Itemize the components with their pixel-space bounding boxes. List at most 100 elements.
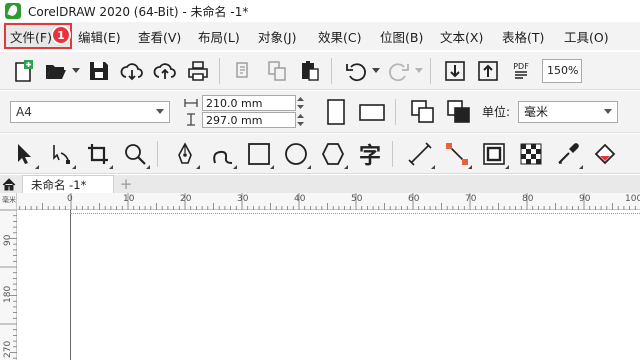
ruler-h-label: 60	[408, 194, 420, 204]
text-tool-glyph: 字	[358, 143, 381, 169]
flyout-corner	[35, 164, 39, 169]
publish-pdf-button[interactable]: PDF	[506, 56, 536, 86]
cloud-download-icon	[120, 62, 143, 80]
eyedropper-tool-button[interactable]	[552, 138, 584, 170]
page-size-value: A4	[16, 104, 32, 119]
pen-nib-icon	[178, 141, 192, 164]
height-spinner[interactable]	[295, 112, 305, 128]
document-tab[interactable]: 未命名 -1*	[22, 175, 114, 193]
artistic-media-tool-button[interactable]	[206, 138, 238, 170]
interactive-fill-tool-button[interactable]	[589, 138, 621, 170]
unit-select[interactable]: 毫米	[518, 100, 619, 123]
ellipse-tool-button[interactable]	[280, 138, 312, 170]
ruler-h-label: 90	[579, 194, 591, 204]
menu-layout[interactable]: 布局(L)	[192, 23, 252, 49]
save-button[interactable]	[84, 56, 114, 86]
page-width-input[interactable]: 210.0 mm	[202, 95, 296, 111]
ruler-origin-corner[interactable]: 毫米	[0, 193, 17, 210]
standard-toolbar: PDF 150%	[0, 52, 640, 90]
vertical-ruler[interactable]: 90 180 270	[0, 210, 17, 360]
paste-icon	[302, 60, 319, 81]
text-tool-button[interactable]: 字	[354, 138, 386, 170]
new-document-button[interactable]	[8, 56, 38, 86]
menu-tools[interactable]: 工具(O)	[558, 23, 628, 49]
ruler-h-label: 0	[67, 194, 73, 204]
current-page-button[interactable]	[444, 97, 474, 127]
zoom-level-input[interactable]: 150%	[542, 58, 582, 83]
ruler-h-label: 70	[465, 194, 477, 204]
redo-dropdown-button[interactable]	[414, 56, 424, 86]
unit-label: 单位:	[482, 105, 511, 119]
open-dropdown-button[interactable]	[71, 56, 81, 86]
toolbar-separator	[392, 140, 393, 167]
all-pages-icon	[411, 99, 434, 123]
cloud-upload-icon	[153, 62, 176, 79]
caret-down-icon	[72, 67, 80, 73]
crop-tool-button[interactable]	[82, 138, 114, 170]
unit-value: 毫米	[524, 105, 549, 119]
home-icon	[2, 177, 16, 190]
shape-tool-button[interactable]	[45, 138, 77, 170]
horizontal-ruler[interactable]: 0 10 20 30 40 50 60 70 80 90 100	[0, 193, 640, 210]
toolbar-separator	[430, 57, 431, 84]
cut-button[interactable]	[229, 56, 259, 86]
cloud-download-button[interactable]	[117, 56, 147, 86]
export-button[interactable]	[473, 56, 503, 86]
transparency-tool-button[interactable]	[515, 138, 547, 170]
polygon-tool-button[interactable]	[317, 138, 349, 170]
copy-button[interactable]	[262, 56, 292, 86]
landscape-button[interactable]	[357, 97, 387, 127]
all-pages-button[interactable]	[408, 97, 438, 127]
menu-text[interactable]: 文本(X)	[434, 23, 496, 49]
menu-object[interactable]: 对象(J)	[252, 23, 312, 49]
add-document-tab-button[interactable]: +	[118, 175, 134, 193]
ruler-h-label: 30	[237, 194, 249, 204]
dimension-line-icon	[408, 141, 432, 166]
undo-icon	[346, 62, 366, 81]
width-spinner[interactable]	[295, 95, 305, 111]
import-button[interactable]	[440, 56, 470, 86]
menu-edit[interactable]: 编辑(E)	[72, 23, 132, 49]
freehand-tool-button[interactable]	[169, 138, 201, 170]
flyout-corner	[344, 164, 348, 169]
redo-button[interactable]	[384, 56, 414, 86]
horizontal-ruler-ticks	[13, 193, 636, 210]
drawing-canvas[interactable]	[17, 210, 640, 360]
menu-view[interactable]: 查看(V)	[132, 23, 192, 49]
chevron-down-icon	[604, 108, 613, 114]
rectangle-tool-button[interactable]	[243, 138, 275, 170]
parallel-dimension-tool-button[interactable]	[404, 138, 436, 170]
portrait-button[interactable]	[321, 97, 351, 127]
menu-table[interactable]: 表格(T)	[496, 23, 558, 49]
pick-tool-button[interactable]	[8, 138, 40, 170]
menu-effects[interactable]: 效果(C)	[312, 23, 374, 49]
flyout-corner	[431, 164, 435, 169]
pdf-icon: PDF	[513, 62, 529, 79]
step-badge: 1	[51, 25, 71, 45]
ruler-h-label: 20	[180, 194, 192, 204]
toolbar-separator	[219, 57, 220, 84]
page-height-input[interactable]: 297.0 mm	[202, 112, 296, 128]
landscape-icon	[359, 103, 385, 121]
welcome-tab[interactable]	[0, 175, 18, 193]
pointer-arrow-icon	[18, 143, 31, 164]
open-button[interactable]	[41, 56, 71, 86]
print-icon	[188, 60, 208, 81]
page-size-select[interactable]: A4	[10, 100, 170, 123]
cloud-upload-button[interactable]	[150, 56, 180, 86]
flyout-corner	[146, 164, 150, 169]
hexagon-icon	[321, 142, 345, 165]
menu-bitmaps[interactable]: 位图(B)	[374, 23, 434, 49]
zoom-tool-button[interactable]	[119, 138, 151, 170]
flyout-corner	[468, 164, 472, 169]
paste-button[interactable]	[295, 56, 325, 86]
undo-dropdown-button[interactable]	[371, 56, 381, 86]
portrait-icon	[327, 98, 345, 125]
cut-icon	[236, 61, 248, 78]
caret-down-icon	[372, 67, 380, 73]
connector-tool-button[interactable]	[441, 138, 473, 170]
undo-button[interactable]	[341, 56, 371, 86]
brush-curve-icon	[213, 150, 233, 164]
print-button[interactable]	[183, 56, 213, 86]
drop-shadow-tool-button[interactable]	[478, 138, 510, 170]
